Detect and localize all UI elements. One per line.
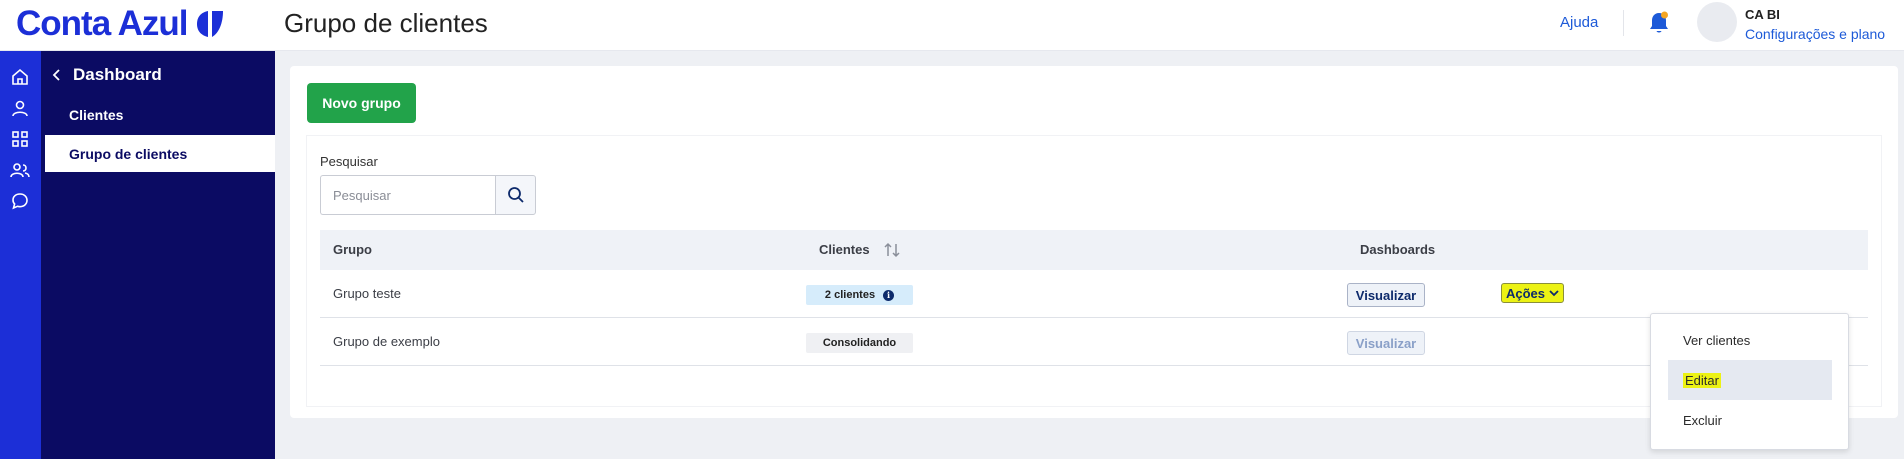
clients-badge[interactable]: 2 clientes i — [806, 285, 913, 305]
user-icon[interactable] — [8, 96, 32, 120]
group-name: Grupo teste — [333, 286, 401, 301]
actions-button[interactable]: Ações — [1501, 283, 1564, 303]
table-header: Grupo Clientes Dashboards — [320, 230, 1868, 270]
groups-panel: Pesquisar Grupo Clientes Dashboards Grup… — [307, 136, 1881, 406]
table-row: Grupo teste 2 clientes i Visualizar Açõe… — [320, 270, 1868, 318]
menu-item-label: Ver clientes — [1683, 332, 1751, 348]
group-name: Grupo de exemplo — [333, 334, 440, 349]
column-header-clientes: Clientes — [819, 242, 870, 257]
page-title: Grupo de clientes — [284, 8, 488, 38]
sidebar: Dashboard Clientes Grupo de clientes — [41, 51, 275, 459]
info-icon: i — [883, 289, 895, 301]
sidebar-back-dashboard[interactable]: Dashboard — [49, 65, 162, 85]
help-link[interactable]: Ajuda — [1560, 14, 1598, 31]
sidebar-item-label: Grupo de clientes — [69, 145, 188, 162]
view-dashboard-button[interactable]: Visualizar — [1347, 283, 1425, 307]
sidebar-back-label: Dashboard — [73, 65, 162, 84]
users-icon[interactable] — [8, 158, 32, 182]
icon-rail — [0, 51, 41, 459]
menu-item-label: Excluir — [1683, 412, 1723, 428]
bell-icon[interactable] — [1647, 10, 1671, 36]
sort-icon[interactable] — [882, 240, 902, 260]
brand-logo[interactable]: Conta Azul — [16, 4, 225, 44]
user-name: CA BI — [1745, 7, 1780, 22]
avatar[interactable] — [1697, 2, 1737, 42]
new-group-button[interactable]: Novo grupo — [307, 83, 416, 123]
search-button[interactable] — [495, 175, 536, 215]
actions-label: Ações — [1505, 285, 1546, 301]
home-icon[interactable] — [8, 65, 32, 89]
search-icon — [507, 187, 524, 203]
view-dashboard-button[interactable]: Visualizar — [1347, 331, 1425, 355]
table-row: Grupo de exemplo Consolidando Visualizar — [320, 318, 1868, 366]
clients-count: 2 clientes — [824, 289, 876, 301]
top-header: Conta Azul Grupo de clientes Ajuda CA BI… — [0, 0, 1904, 51]
column-header-grupo[interactable]: Grupo — [333, 242, 372, 257]
settings-and-plan-link[interactable]: Configurações e plano — [1745, 26, 1885, 42]
search-label: Pesquisar — [320, 154, 378, 169]
menu-item-ver-clientes[interactable]: Ver clientes — [1668, 320, 1832, 360]
menu-item-excluir[interactable]: Excluir — [1668, 400, 1832, 440]
brand-mark-icon — [195, 9, 225, 39]
brand-name: Conta Azul — [16, 4, 188, 43]
menu-item-label: Editar — [1683, 372, 1721, 388]
clients-status-badge: Consolidando — [806, 333, 913, 353]
sidebar-item-label: Clientes — [69, 106, 124, 123]
clients-status: Consolidando — [822, 337, 897, 349]
column-header-dashboards: Dashboards — [1360, 242, 1436, 257]
chevron-down-icon — [1549, 290, 1559, 297]
chat-icon[interactable] — [8, 189, 32, 213]
menu-item-editar[interactable]: Editar — [1668, 360, 1832, 400]
sidebar-item-clientes[interactable]: Clientes — [45, 96, 275, 133]
header-divider — [1623, 10, 1624, 36]
actions-dropdown-menu: Ver clientes Editar Excluir — [1650, 313, 1849, 450]
grid-icon[interactable] — [8, 127, 32, 151]
chevron-left-icon — [52, 69, 60, 81]
search-input[interactable] — [320, 175, 495, 215]
sidebar-item-grupo-de-clientes[interactable]: Grupo de clientes — [45, 135, 275, 172]
